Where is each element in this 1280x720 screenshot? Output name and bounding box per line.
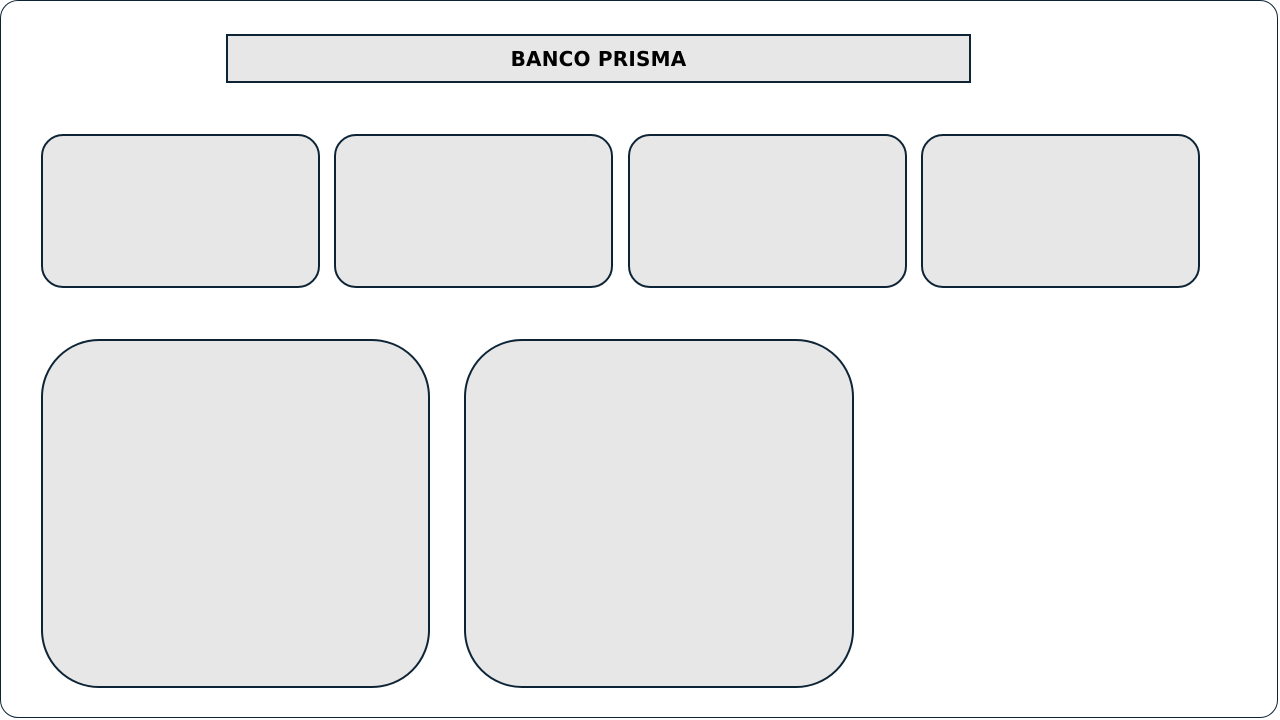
chart-panel-1[interactable] [41,339,430,688]
kpi-card-2[interactable] [334,134,613,288]
kpi-card-3[interactable] [628,134,907,288]
page-title: BANCO PRISMA [510,46,687,71]
title-banner: BANCO PRISMA [226,34,971,83]
dashboard-canvas: BANCO PRISMA [0,0,1278,718]
kpi-card-4[interactable] [921,134,1200,288]
chart-panel-2[interactable] [464,339,854,688]
kpi-card-1[interactable] [41,134,320,288]
